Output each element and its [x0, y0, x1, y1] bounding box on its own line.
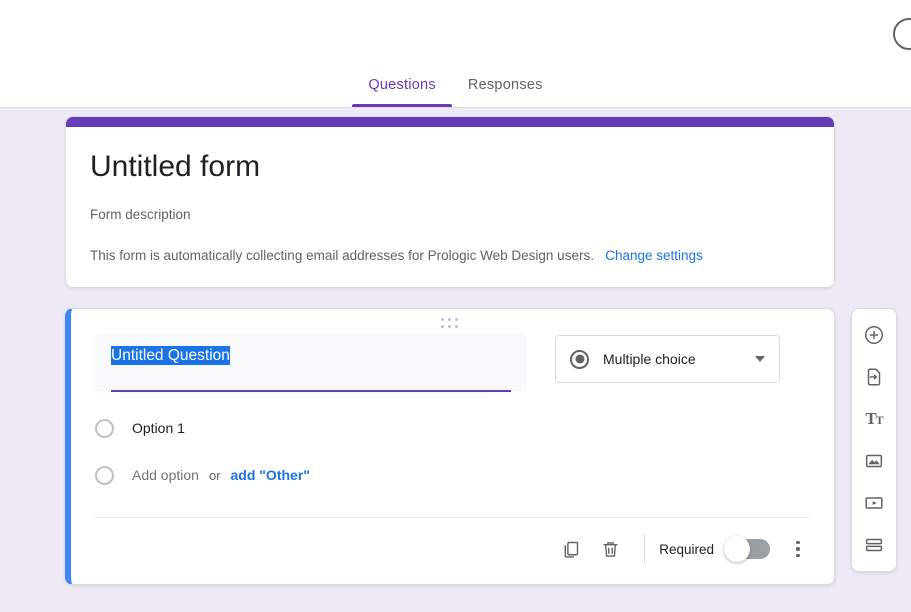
option-row[interactable]: Option 1 [95, 409, 555, 447]
footer-divider [644, 534, 646, 564]
add-video-button[interactable] [854, 483, 894, 523]
question-header-row: Untitled Question Multiple choice [71, 333, 834, 392]
duplicate-icon[interactable] [550, 529, 590, 569]
drag-handle-icon[interactable] [440, 318, 465, 330]
question-title-field[interactable]: Untitled Question [95, 333, 527, 392]
form-header-card: Untitled form Form description This form… [65, 116, 835, 288]
form-description-placeholder[interactable]: Form description [90, 207, 810, 222]
drag-dot [440, 318, 444, 321]
form-title[interactable]: Untitled form [90, 149, 810, 185]
tab-questions[interactable]: Questions [352, 77, 452, 107]
add-item-toolbar: TT [851, 308, 897, 572]
kebab-dot [796, 540, 800, 545]
add-image-button[interactable] [854, 441, 894, 481]
drag-dot [454, 318, 458, 321]
radio-button-icon [570, 349, 589, 369]
tab-responses[interactable]: Responses [452, 77, 559, 107]
question-card[interactable]: Untitled Question Multiple choice Option… [65, 308, 835, 585]
app-top-bar: Questions Responses [0, 0, 911, 108]
answer-options-list: Option 1 Add option or add "Other" [95, 409, 555, 494]
drag-dot [454, 325, 458, 328]
kebab-dot [796, 547, 800, 551]
add-title-description-button[interactable]: TT [854, 399, 894, 439]
add-other-link[interactable]: add "Other" [231, 467, 310, 483]
import-questions-button[interactable] [854, 357, 894, 397]
text-format-icon: TT [865, 409, 883, 428]
email-collection-notice-text: This form is automatically collecting em… [90, 248, 594, 263]
radio-circle-icon [95, 465, 114, 485]
trash-icon[interactable] [590, 529, 630, 569]
form-tabs: Questions Responses [0, 77, 911, 107]
add-option-or-text: or [208, 467, 221, 483]
account-avatar[interactable] [893, 18, 911, 50]
add-option-label[interactable]: Add option [132, 467, 199, 483]
drag-dot [440, 325, 444, 328]
toggle-knob [724, 536, 750, 562]
question-title-text[interactable]: Untitled Question [111, 346, 230, 365]
question-footer-divider [95, 517, 810, 518]
form-theme-accent-bar [66, 117, 834, 127]
required-toggle[interactable] [724, 536, 770, 562]
option-label[interactable]: Option 1 [132, 420, 185, 436]
required-label: Required [659, 541, 714, 557]
more-vertical-icon[interactable] [780, 531, 816, 567]
drag-dot [447, 318, 451, 321]
question-footer-toolbar: Required [550, 526, 816, 572]
form-editor-canvas: Untitled form Form description This form… [0, 108, 911, 612]
drag-dot [447, 325, 451, 328]
email-collection-notice: This form is automatically collecting em… [90, 248, 810, 263]
chevron-down-icon [755, 356, 765, 362]
add-option-row[interactable]: Add option or add "Other" [95, 456, 555, 494]
add-question-button[interactable] [854, 315, 894, 355]
question-type-label: Multiple choice [603, 351, 696, 367]
add-section-button[interactable] [854, 525, 894, 565]
question-title-underline [111, 390, 511, 392]
kebab-dot [796, 553, 800, 558]
change-settings-link[interactable]: Change settings [605, 248, 703, 263]
question-type-dropdown[interactable]: Multiple choice [555, 335, 780, 383]
radio-circle-icon [95, 418, 114, 438]
